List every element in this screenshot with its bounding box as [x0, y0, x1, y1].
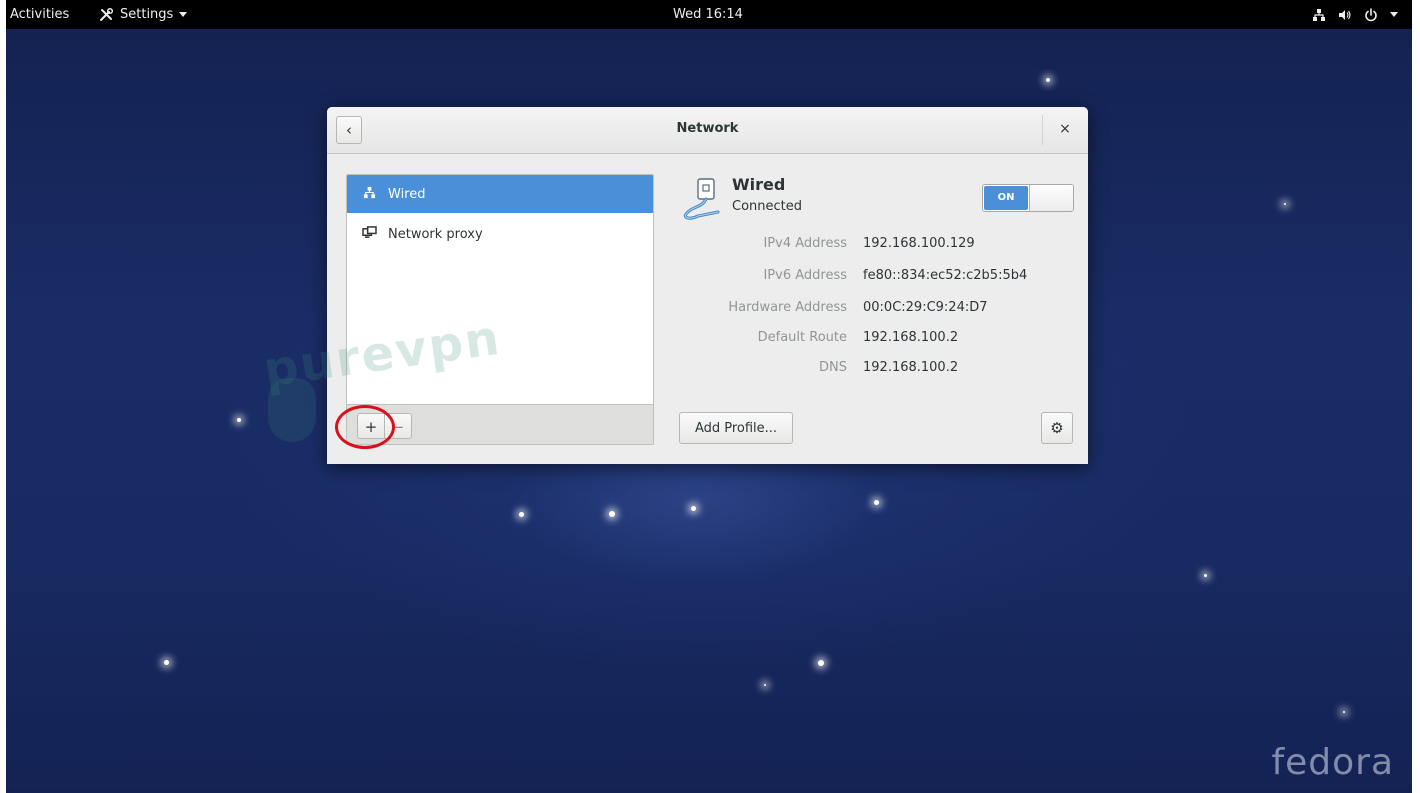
gear-icon: ⚙	[1050, 419, 1064, 437]
header-bar: ‹ Network ×	[327, 107, 1088, 154]
default-route-value: 192.168.100.2	[863, 330, 959, 345]
star-decoration	[609, 511, 615, 517]
fedora-logo: fedora	[1271, 742, 1394, 783]
add-profile-button[interactable]: Add Profile...	[679, 412, 793, 444]
star-decoration	[1284, 203, 1286, 205]
star-decoration	[818, 660, 824, 666]
desktop-background: fedora Activities Settings Wed 16:14 ‹ N…	[6, 0, 1412, 793]
network-settings-window: ‹ Network × Wired Network proxy + − Wire…	[327, 107, 1088, 464]
star-decoration	[1046, 78, 1050, 82]
device-status: Connected	[732, 199, 803, 214]
network-wired-icon	[1313, 8, 1325, 21]
sidebar-item-label: Network proxy	[388, 226, 483, 242]
settings-tools-icon	[100, 7, 114, 21]
hardware-address-value: 00:0C:29:C9:24:D7	[863, 300, 988, 315]
sidebar-item-wired[interactable]: Wired	[347, 175, 653, 213]
sidebar-item-label: Wired	[388, 186, 426, 202]
volume-icon	[1339, 9, 1351, 20]
activities-button[interactable]: Activities	[10, 0, 69, 29]
ipv6-value: fe80::834:ec52:c2b5:5b4	[863, 268, 1028, 283]
ipv4-label: IPv4 Address	[763, 236, 847, 251]
switch-on-label: ON	[984, 186, 1028, 210]
chevron-down-icon	[179, 12, 188, 17]
wired-network-icon	[362, 186, 376, 202]
sidebar-item-network-proxy[interactable]: Network proxy	[347, 215, 653, 253]
star-decoration	[1204, 574, 1207, 577]
app-menu[interactable]: Settings	[98, 0, 188, 29]
wired-cable-icon	[683, 178, 720, 220]
device-list: Wired Network proxy + −	[346, 174, 654, 445]
star-decoration	[764, 684, 766, 686]
wired-toggle-switch[interactable]: ON	[982, 184, 1074, 212]
app-menu-label: Settings	[120, 7, 174, 22]
hardware-address-label: Hardware Address	[728, 300, 847, 315]
clock[interactable]: Wed 16:14	[673, 0, 743, 29]
power-icon	[1365, 7, 1377, 21]
dns-label: DNS	[819, 360, 847, 375]
network-proxy-icon	[362, 226, 377, 242]
chevron-down-icon	[1390, 12, 1398, 17]
close-button[interactable]: ×	[1055, 119, 1075, 139]
connection-settings-button[interactable]: ⚙	[1041, 412, 1073, 444]
star-decoration	[874, 500, 879, 505]
star-decoration	[519, 512, 524, 517]
star-decoration	[164, 660, 169, 665]
star-decoration	[237, 418, 241, 422]
system-menu[interactable]	[1312, 0, 1398, 29]
ipv6-label: IPv6 Address	[763, 268, 847, 283]
switch-knob	[1029, 185, 1073, 211]
star-decoration	[1343, 711, 1345, 713]
dns-value: 192.168.100.2	[863, 360, 959, 375]
window-title: Network	[676, 121, 739, 136]
top-bar: Activities Settings Wed 16:14	[6, 0, 1412, 29]
ipv4-value: 192.168.100.129	[863, 236, 975, 251]
highlight-circle	[335, 405, 395, 449]
star-decoration	[691, 506, 696, 511]
device-name: Wired	[732, 175, 786, 194]
header-separator	[1042, 115, 1043, 145]
default-route-label: Default Route	[757, 330, 847, 345]
